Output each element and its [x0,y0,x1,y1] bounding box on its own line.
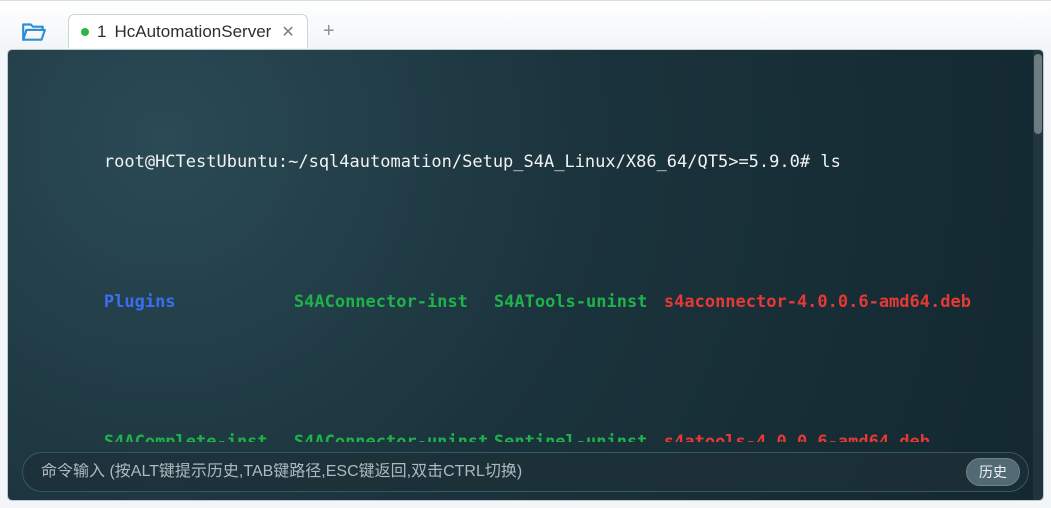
history-button[interactable]: 历史 [966,458,1020,486]
close-tab-button[interactable]: ✕ [279,22,296,42]
ls-entry: s4atools-4.0.0.6-amd64.deb [664,432,930,442]
folder-open-icon [21,20,47,42]
ls-entry: S4AConnector-inst [294,288,494,316]
open-folder-button[interactable] [4,14,64,48]
new-tab-button[interactable]: + [312,14,346,48]
ls-entry: s4aconnector-4.0.0.6-amd64.deb [664,292,971,312]
tab-title: HcAutomationServer [114,22,271,42]
ls-entry: S4AConnector-uninst [294,428,494,442]
scrollbar-thumb[interactable] [1034,54,1042,134]
command-text: ls [820,152,840,172]
ls-entry: S4AComplete-inst [104,428,294,442]
tab-bar: 1 HcAutomationServer ✕ + [0,0,1051,48]
prompt: root@HCTestUbuntu:~/sql4automation/Setup… [104,152,820,172]
command-input-bar: 历史 [22,452,1029,492]
ls-entry: Plugins [104,288,294,316]
ls-entry: S4ATools-uninst [494,288,664,316]
status-dot-icon [81,28,89,36]
tab-number: 1 [97,22,106,42]
tab-hcautomationserver[interactable]: 1 HcAutomationServer ✕ [68,14,308,48]
terminal-scrollbar[interactable] [1033,50,1043,500]
ls-entry: Sentinel-uninst [494,428,664,442]
terminal-panel: root@HCTestUbuntu:~/sql4automation/Setup… [8,50,1043,500]
terminal-output[interactable]: root@HCTestUbuntu:~/sql4automation/Setup… [8,50,1043,442]
history-button-label: 历史 [979,462,1007,482]
command-input[interactable] [41,463,956,481]
app-window: 1 HcAutomationServer ✕ + root@HCTestUbun… [0,0,1051,508]
